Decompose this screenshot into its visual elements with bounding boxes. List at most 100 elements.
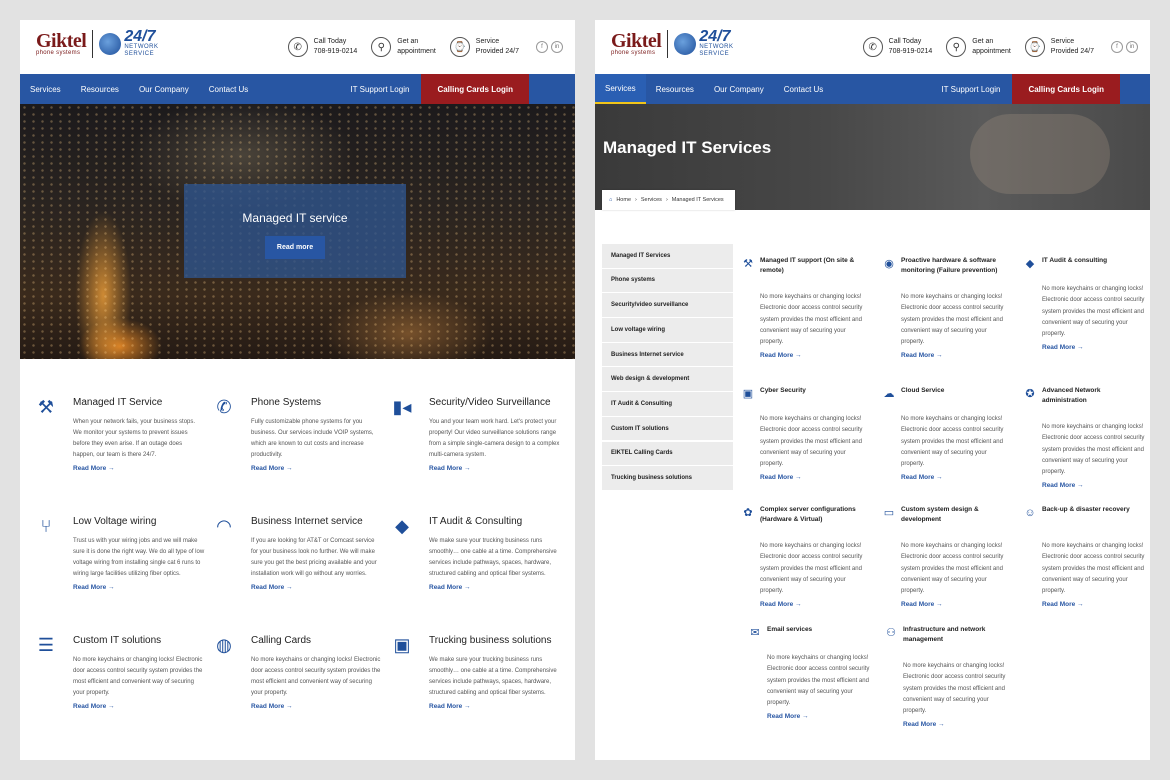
lock-icon: ▣	[742, 388, 754, 400]
service-title[interactable]: Managed IT Service	[73, 397, 162, 408]
service-title[interactable]: IT Audit & Consulting	[429, 516, 522, 527]
read-more-link[interactable]: Read More →	[251, 463, 383, 474]
read-more-link[interactable]: Read More →	[73, 463, 205, 474]
contact-call[interactable]: ✆ Call Today 708-919-0214	[862, 37, 932, 57]
breadcrumb-home[interactable]: Home	[616, 197, 631, 203]
contact-appointment[interactable]: ⚲ Get an appointment	[946, 37, 1011, 57]
sidebar-item[interactable]: Low voltage wiring	[602, 318, 733, 342]
managed-service-title[interactable]: IT Audit & consulting	[1042, 256, 1147, 266]
sidebar-item[interactable]: Managed IT Services	[602, 244, 733, 268]
breadcrumb-services[interactable]: Services	[641, 197, 662, 203]
read-more-link[interactable]: Read More →	[760, 350, 865, 361]
sidebar-item[interactable]: Phone systems	[602, 268, 733, 293]
managed-service-card: ✉ Email services No more keychains or chan…	[747, 625, 877, 740]
read-more-link[interactable]: Read More →	[901, 350, 1006, 361]
globe-icon	[674, 33, 697, 55]
service-title[interactable]: Business Internet service	[251, 516, 363, 527]
managed-service-card: ◉ Proactive hardware & software monitorin…	[881, 256, 1011, 371]
nav-resources[interactable]: Resources	[646, 74, 704, 104]
read-more-link[interactable]: Read More →	[1042, 342, 1147, 353]
network-24-7: 24/7	[124, 28, 156, 45]
managed-service-title[interactable]: Custom system design & development	[901, 505, 1006, 525]
hero-banner: Managed IT service Read more	[20, 104, 575, 359]
site-logo[interactable]: Giktel phone systems 24/7 NETWORK SERVIC…	[36, 28, 164, 58]
linkedin-icon[interactable]: in	[1126, 41, 1138, 53]
read-more-link[interactable]: Read More →	[429, 582, 561, 593]
read-more-link[interactable]: Read More →	[901, 599, 1006, 610]
sidebar-item[interactable]: Web design & development	[602, 367, 733, 391]
contact-service-hours: ⌚ Service Provided 24/7	[449, 37, 519, 57]
read-more-link[interactable]: Read More →	[1042, 599, 1147, 610]
nav-our-company[interactable]: Our Company	[704, 74, 774, 104]
managed-service-card: ⚒ Managed IT support (On site & remote) No…	[740, 256, 870, 371]
nav-services[interactable]: Services	[20, 74, 71, 104]
contact-call[interactable]: ✆ Call Today 708-919-0214	[287, 37, 358, 57]
contact-label: Call Today	[888, 38, 922, 45]
phone-icon: ✆	[287, 37, 308, 57]
managed-service-title[interactable]: Advanced Network administration	[1042, 386, 1147, 406]
sidebar-item[interactable]: IT Audit & Consulting	[602, 392, 733, 416]
it-support-login-link[interactable]: IT Support Login	[929, 74, 1012, 104]
globe-icon	[99, 33, 122, 55]
managed-service-title[interactable]: Proactive hardware & software monitoring…	[901, 256, 1006, 276]
read-more-link[interactable]: Read More →	[901, 472, 1006, 483]
service-title[interactable]: Phone Systems	[251, 397, 321, 408]
it-support-login-link[interactable]: IT Support Login	[338, 74, 421, 104]
managed-service-card: ▭ Custom system design & development No mo…	[881, 505, 1011, 620]
service-description: Fully customizable phone systems for you…	[251, 419, 374, 458]
managed-service-title[interactable]: Complex server configurations (Hardware …	[760, 505, 865, 525]
sidebar-item[interactable]: Trucking business solutions	[602, 466, 733, 490]
calling-cards-login-button[interactable]: Calling Cards Login	[1012, 74, 1120, 104]
nav-services[interactable]: Services	[595, 74, 646, 104]
read-more-link[interactable]: Read More →	[251, 582, 383, 593]
home-icon[interactable]: ⌂	[609, 197, 612, 203]
hero-read-more-button[interactable]: Read more	[264, 236, 326, 259]
read-more-link[interactable]: Read More →	[429, 701, 561, 712]
sidebar-item[interactable]: Custom IT solutions	[602, 416, 733, 441]
logo-tagline: phone systems	[36, 50, 81, 56]
breadcrumb-current: Managed IT Services	[671, 197, 724, 203]
read-more-link[interactable]: Read More →	[73, 701, 205, 712]
managed-service-description: No more keychains or changing locks! Ele…	[760, 294, 863, 346]
contact-value: 708-919-0214	[313, 48, 358, 55]
cable-icon: ⑂	[40, 516, 52, 536]
read-more-link[interactable]: Read More →	[767, 711, 872, 722]
service-card: ◠ Business Internet service If you are loo…	[212, 514, 382, 624]
managed-service-title[interactable]: Back-up & disaster recovery	[1042, 505, 1147, 515]
read-more-link[interactable]: Read More →	[903, 719, 1008, 730]
facebook-icon[interactable]: f	[1111, 41, 1123, 53]
service-title[interactable]: Trucking business solutions	[429, 635, 551, 646]
calling-cards-login-button[interactable]: Calling Cards Login	[421, 74, 529, 104]
read-more-link[interactable]: Read More →	[73, 582, 205, 593]
linkedin-icon[interactable]: in	[551, 41, 563, 53]
managed-service-title[interactable]: Managed IT support (On site & remote)	[760, 256, 865, 276]
contact-appointment[interactable]: ⚲ Get an appointment	[371, 37, 436, 57]
logo-wordmark: Giktel	[611, 30, 662, 52]
nav-contact-us[interactable]: Contact Us	[774, 74, 834, 104]
site-header: Giktel phone systems 24/7 NETWORK SERVIC…	[20, 20, 575, 74]
service-title[interactable]: Custom IT solutions	[73, 635, 161, 646]
home-page-screenshot: Giktel phone systems 24/7 NETWORK SERVIC…	[20, 20, 575, 760]
read-more-link[interactable]: Read More →	[760, 599, 865, 610]
nav-contact-us[interactable]: Contact Us	[199, 74, 259, 104]
read-more-link[interactable]: Read More →	[251, 701, 383, 712]
nav-our-company[interactable]: Our Company	[129, 74, 199, 104]
managed-service-title[interactable]: Cyber Security	[760, 386, 865, 396]
read-more-link[interactable]: Read More →	[1042, 480, 1147, 491]
managed-service-title[interactable]: Cloud Service	[901, 386, 1006, 396]
sidebar-item[interactable]: EIKTEL Calling Cards	[602, 441, 733, 465]
sidebar-item[interactable]: Security/video surveillance	[602, 293, 733, 317]
nav-resources[interactable]: Resources	[71, 74, 129, 104]
logo-tagline: phone systems	[611, 50, 656, 56]
sidebar-item[interactable]: Business Internet service	[602, 342, 733, 367]
site-logo[interactable]: Giktel phone systems 24/7 NETWORK SERVIC…	[611, 29, 739, 58]
service-title[interactable]: Security/Video Surveillance	[429, 397, 551, 408]
managed-service-title[interactable]: Infrastructure and network management	[903, 625, 1008, 645]
facebook-icon[interactable]: f	[536, 41, 548, 53]
read-more-link[interactable]: Read More →	[429, 463, 561, 474]
managed-service-title[interactable]: Email services	[767, 625, 872, 635]
service-card: ◆ IT Audit & Consulting We make sure your …	[390, 514, 560, 624]
service-title[interactable]: Calling Cards	[251, 635, 311, 646]
read-more-link[interactable]: Read More →	[760, 472, 865, 483]
service-title[interactable]: Low Voltage wiring	[73, 516, 156, 527]
